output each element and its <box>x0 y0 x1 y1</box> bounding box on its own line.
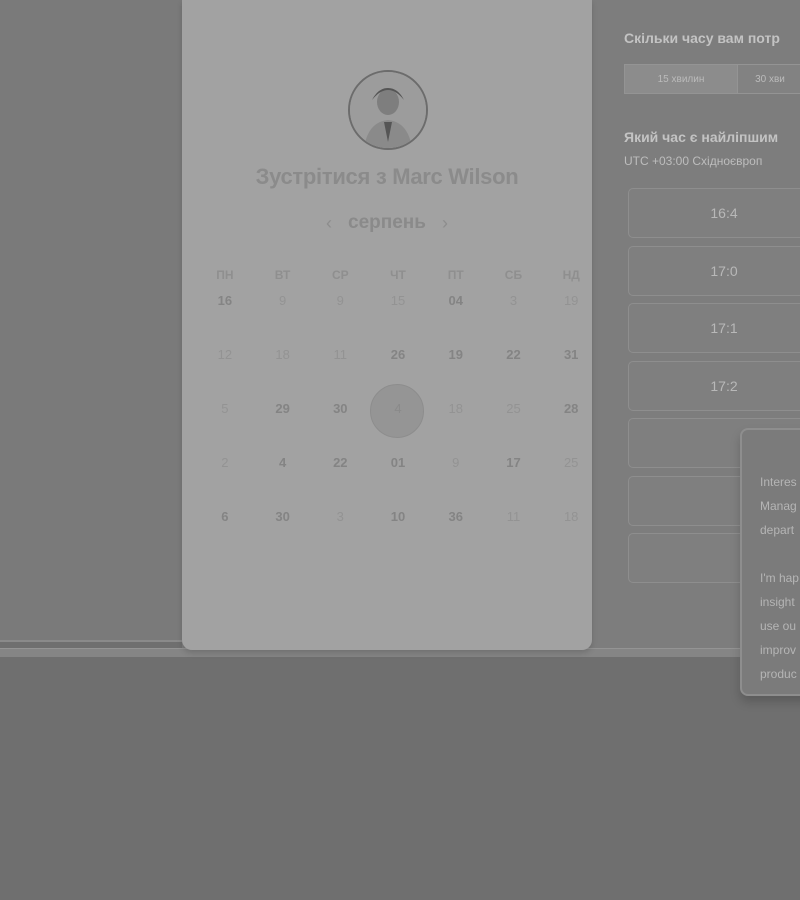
time-slot[interactable]: 16:4 <box>628 188 800 238</box>
meeting-title: Зустрітися з Marc Wilson <box>255 164 519 189</box>
time-slot[interactable]: 17:2 <box>628 361 800 411</box>
popup-line: Interes <box>760 475 797 489</box>
calendar-day[interactable]: 17 <box>485 446 543 500</box>
timezone-label[interactable]: UTC +03:00 Східноєвроп <box>624 154 762 168</box>
calendar-day[interactable]: 36 <box>427 500 485 554</box>
calendar-week: 5 29 30 4 18 25 28 <box>196 384 600 446</box>
popup-line: I'm hap <box>760 571 799 585</box>
time-slot[interactable]: 17:0 <box>628 246 800 296</box>
calendar-day[interactable]: 3 <box>311 500 369 554</box>
calendar-week: 6 30 3 10 36 11 18 <box>196 500 600 554</box>
calendar-day[interactable]: 11 <box>485 500 543 554</box>
calendar-day[interactable]: 4 <box>254 446 312 500</box>
calendar-day[interactable]: 19 <box>542 284 600 338</box>
duration-question: Скільки часу вам потр <box>624 30 780 46</box>
calendar-day[interactable]: 2 <box>196 446 254 500</box>
month-navigation: ‹ серпень › <box>182 212 592 234</box>
calendar-day-selected[interactable]: 4 <box>369 384 427 446</box>
month-label: серпень <box>348 212 426 233</box>
calendar-day[interactable]: 22 <box>485 338 543 392</box>
calendar-day[interactable]: 18 <box>542 500 600 554</box>
calendar-day[interactable]: 31 <box>542 338 600 392</box>
avatar <box>348 70 428 150</box>
popup-line: Manag <box>760 499 797 513</box>
calendar-day[interactable]: 01 <box>369 446 427 500</box>
calendar-grid: ПН ВТ СР ЧТ ПТ СБ НД 16 9 9 15 04 3 19 1… <box>196 266 600 554</box>
left-pane <box>0 0 182 642</box>
chevron-right-icon[interactable]: › <box>442 213 448 234</box>
calendar-day[interactable]: 18 <box>427 392 485 446</box>
calendar-day[interactable]: 25 <box>542 446 600 500</box>
weekday-header: ПН ВТ СР ЧТ ПТ СБ НД <box>196 266 600 284</box>
calendar-day[interactable]: 30 <box>254 500 312 554</box>
calendar-day[interactable]: 22 <box>311 446 369 500</box>
calendar-day[interactable]: 15 <box>369 284 427 338</box>
calendar-day[interactable]: 9 <box>427 446 485 500</box>
calendar-day[interactable]: 12 <box>196 338 254 392</box>
popup-line: produc <box>760 667 797 681</box>
weekday-label: СР <box>331 268 349 282</box>
calendar-day[interactable]: 04 <box>427 284 485 338</box>
chevron-left-icon[interactable]: ‹ <box>326 213 332 234</box>
weekday-label: ЧТ <box>390 268 406 282</box>
time-question: Який час є найліпшим <box>624 129 779 145</box>
popup-line: depart <box>760 523 795 537</box>
message-popup: Interes Manag depart I'm hap insight use… <box>740 428 800 696</box>
duration-option-15[interactable]: 15 хвилин <box>624 64 738 94</box>
weekday-label: СБ <box>504 268 523 282</box>
calendar-week: 2 4 22 01 9 17 25 <box>196 446 600 500</box>
calendar-day[interactable]: 11 <box>311 338 369 392</box>
calendar-day[interactable]: 3 <box>485 284 543 338</box>
calendar-day[interactable]: 30 <box>311 392 369 446</box>
weekday-label: ПТ <box>447 268 464 282</box>
calendar-day[interactable]: 16 <box>196 284 254 338</box>
calendar-day[interactable]: 18 <box>254 338 312 392</box>
popup-line: use ou <box>760 619 797 633</box>
calendar-day[interactable]: 10 <box>369 500 427 554</box>
duration-option-30[interactable]: 30 хви <box>738 64 800 94</box>
calendar-day[interactable]: 9 <box>254 284 312 338</box>
weekday-label: НД <box>562 268 580 282</box>
popup-message: Interes Manag depart I'm hap insight use… <box>760 470 800 710</box>
calendar-day[interactable]: 6 <box>196 500 254 554</box>
weekday-label: ПН <box>216 268 234 282</box>
calendar-day[interactable]: 9 <box>311 284 369 338</box>
calendar-day[interactable]: 25 <box>485 392 543 446</box>
calendar-day[interactable]: 19 <box>427 338 485 392</box>
selected-day-label: 4 <box>394 401 402 416</box>
calendar-day[interactable]: 5 <box>196 392 254 446</box>
booking-card: Зустрітися з Marc Wilson ‹ серпень › ПН … <box>182 0 592 650</box>
duration-selector: 15 хвилин 30 хви <box>624 64 800 94</box>
popup-line: improv <box>760 643 797 657</box>
weekday-label: ВТ <box>274 268 291 282</box>
calendar-week: 16 9 9 15 04 3 19 <box>196 284 600 338</box>
popup-line: insight <box>760 595 795 609</box>
calendar-day[interactable]: 28 <box>542 392 600 446</box>
time-slot[interactable]: 17:1 <box>628 303 800 353</box>
person-photo-icon <box>350 72 426 148</box>
calendar-day[interactable]: 29 <box>254 392 312 446</box>
